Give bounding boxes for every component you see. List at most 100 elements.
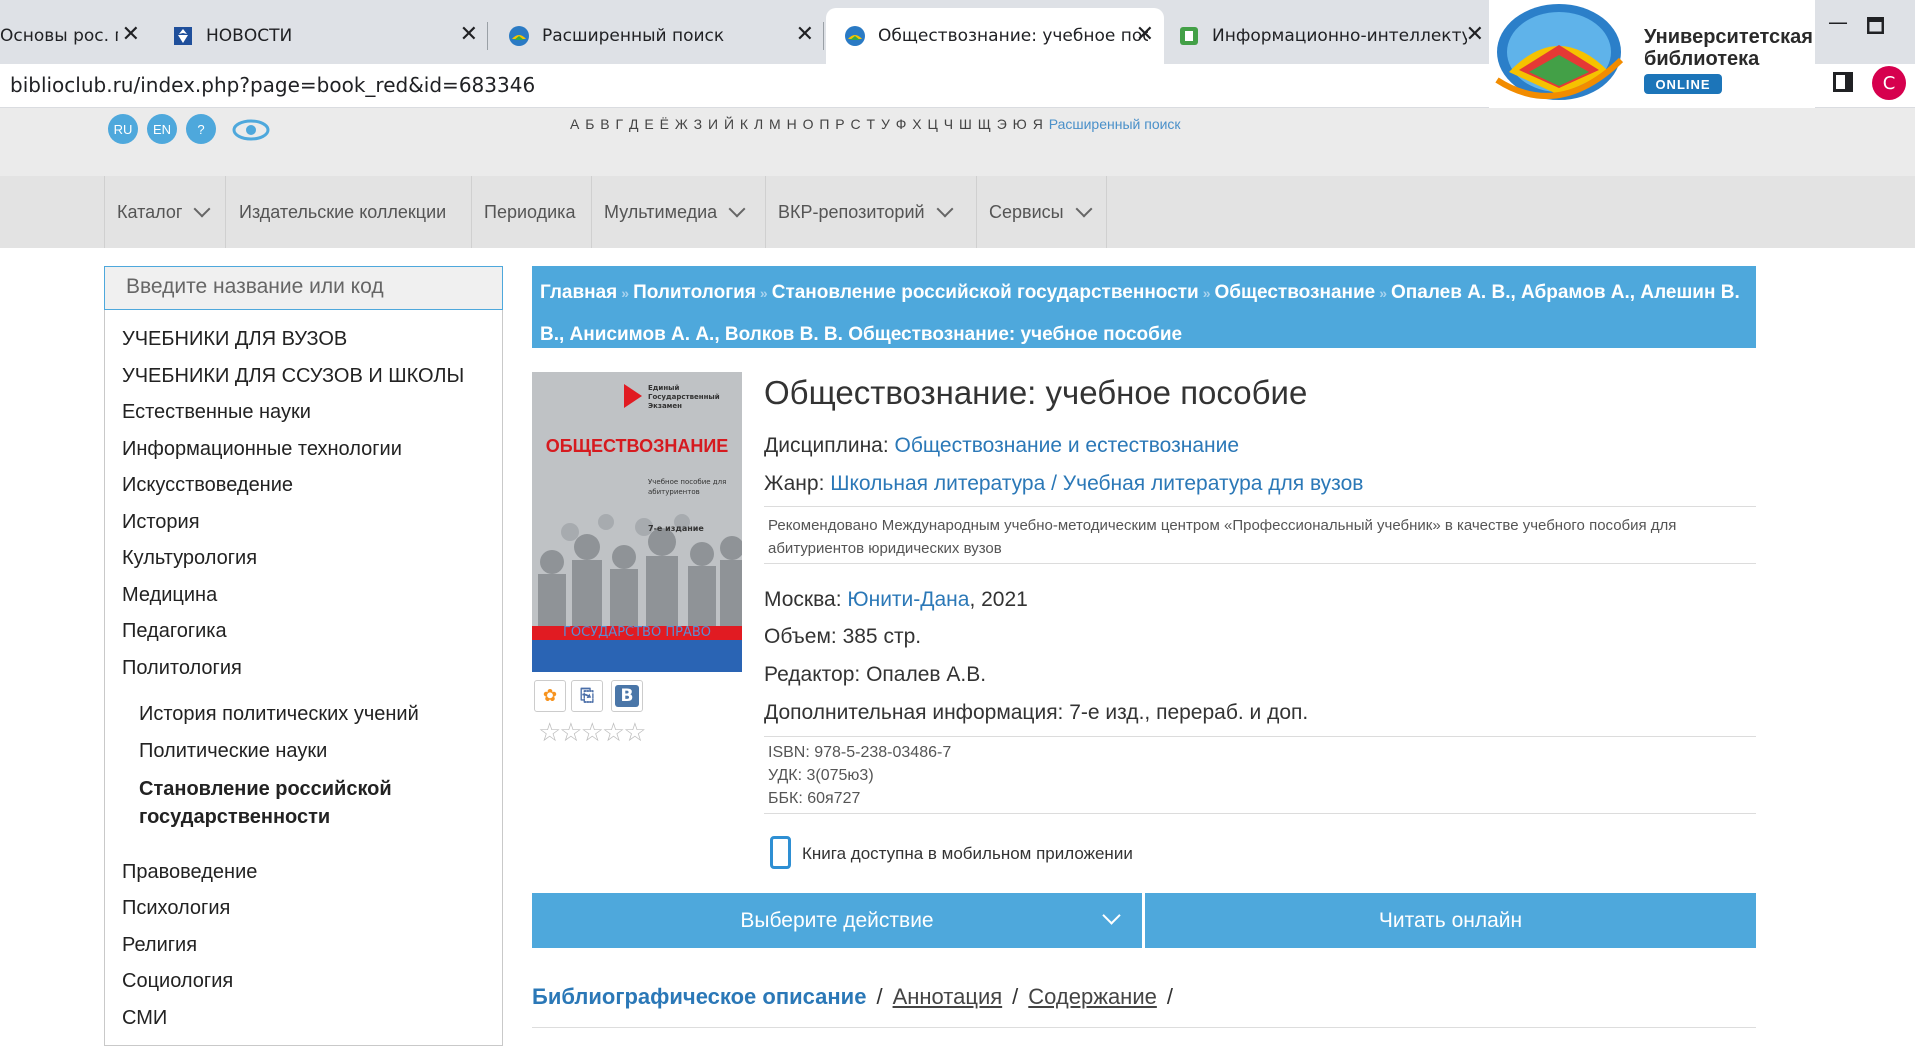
nav-label: Издательские коллекции: [239, 201, 447, 222]
chevron-down-icon: [1075, 200, 1093, 218]
browser-tab-1[interactable]: Основы рос. гос ✕: [0, 8, 150, 64]
sidebar-item-university-textbooks[interactable]: УЧЕБНИКИ ДЛЯ ВУЗОВ: [122, 328, 347, 351]
nav-multimedia[interactable]: Мультимедиа: [592, 176, 766, 248]
divider: [764, 813, 1756, 814]
nav-label: Мультимедиа: [604, 201, 718, 222]
close-icon[interactable]: ✕: [122, 24, 140, 46]
discipline-link[interactable]: Обществознание и естествознание: [895, 434, 1240, 457]
share-ok-icon[interactable]: ✿: [534, 680, 566, 712]
restore-icon[interactable]: 🗖: [1866, 12, 1885, 46]
browser-tab-3[interactable]: Расширенный поиск ✕: [488, 8, 824, 64]
eagle-icon: [174, 27, 192, 45]
cover-title-text: ОБЩЕСТВОЗНАНИЕ: [545, 436, 729, 456]
choose-action-label: Выберите действие: [740, 908, 934, 932]
tab-annotation[interactable]: Аннотация: [893, 984, 1003, 1009]
breadcrumb-separator: »: [1379, 285, 1388, 301]
close-icon[interactable]: ✕: [460, 24, 478, 46]
sidebar-subitem-political-sciences[interactable]: Политические науки: [139, 740, 327, 763]
chevron-down-icon: [1102, 906, 1121, 925]
chevron-down-icon: [728, 200, 746, 218]
breadcrumb-separator: »: [621, 285, 630, 301]
lang-ru-button[interactable]: RU: [108, 114, 138, 144]
close-icon[interactable]: ✕: [1466, 24, 1484, 46]
profile-avatar[interactable]: C: [1872, 66, 1906, 100]
book-title: Обществознание: учебное пособие: [764, 374, 1308, 411]
nav-label: Сервисы: [989, 201, 1064, 222]
book-detail-tabs: Библиографическое описание / Аннотация / Сод…: [532, 984, 1183, 1010]
sidebar-item-psychology[interactable]: Психология: [122, 897, 230, 920]
close-icon[interactable]: ✕: [1136, 24, 1154, 46]
site-logo[interactable]: Университетская библиотека ONLINE: [1489, 0, 1815, 108]
minimize-icon[interactable]: —: [1828, 10, 1848, 34]
publisher-link[interactable]: Юнити-Дана: [847, 588, 969, 611]
sidebar-item-natural-sciences[interactable]: Естественные науки: [122, 401, 311, 424]
search-input[interactable]: Введите название или код: [104, 266, 503, 310]
nav-vkr-repository[interactable]: ВКР-репозиторий: [766, 176, 977, 248]
tab-bibliographic-description[interactable]: Библиографическое описание: [532, 984, 866, 1009]
close-icon[interactable]: ✕: [796, 24, 814, 46]
sidebar-item-it[interactable]: Информационные технологии: [122, 438, 402, 461]
advanced-search-link[interactable]: Расширенный поиск: [1049, 116, 1181, 132]
tab-separator: /: [876, 984, 883, 1009]
book-cover-image[interactable]: Единый Государственный Экзамен ОБЩЕСТВОЗ…: [532, 372, 742, 672]
sidebar-subitem-russian-statehood-active[interactable]: Становление российской государственности: [139, 775, 479, 831]
tab-contents[interactable]: Содержание: [1028, 984, 1157, 1009]
genre-link-school[interactable]: Школьная литература: [830, 472, 1045, 495]
sidebar-item-religion[interactable]: Религия: [122, 934, 197, 957]
mobile-phone-icon: [770, 836, 791, 869]
lang-en-button[interactable]: EN: [147, 114, 177, 144]
url-text[interactable]: biblioclub.ru/index.php?page=book_red&id…: [10, 73, 535, 97]
share-clip-icon[interactable]: ⎘: [571, 680, 603, 712]
book-udk: УДК: 3(075ю3): [768, 767, 874, 784]
browser-tab-5[interactable]: Информационно-интеллектуал ✕: [1164, 8, 1494, 64]
alphabet-index[interactable]: А Б В Г Д Е Ё Ж З И Й К Л М Н О П Р С Т …: [570, 116, 1181, 132]
breadcrumb-home[interactable]: Главная: [540, 282, 617, 303]
sidebar-item-media[interactable]: СМИ: [122, 1007, 167, 1030]
genre-link-university[interactable]: Учебная литература для вузов: [1063, 472, 1364, 495]
nav-publisher-collections[interactable]: Издательские коллекции: [227, 176, 472, 248]
nav-services[interactable]: Сервисы: [977, 176, 1107, 248]
sidebar-item-history[interactable]: История: [122, 511, 200, 534]
nav-periodicals[interactable]: Периодика: [472, 176, 592, 248]
rating-stars[interactable]: ☆☆☆☆☆: [538, 718, 647, 748]
nav-label: Каталог: [117, 201, 183, 222]
read-online-button[interactable]: Читать онлайн: [1145, 893, 1756, 948]
tab-separator: /: [1166, 984, 1173, 1009]
book-publisher: Москва: Юнити-Дана, 2021: [764, 588, 1028, 612]
book-editor: Редактор: Опалев А.В.: [764, 663, 987, 686]
breadcrumb-statehood[interactable]: Становление российской государственности: [772, 282, 1199, 303]
sidebar-item-political-science[interactable]: Политология: [122, 657, 242, 680]
genre-label: Жанр:: [764, 472, 825, 495]
cover-header-text: Единый Государственный Экзамен: [648, 384, 720, 410]
tab-title: Основы рос. гос: [0, 26, 118, 46]
browser-tab-2[interactable]: НОВОСТИ ✕: [150, 8, 488, 64]
breadcrumb-social-studies[interactable]: Обществознание: [1215, 282, 1376, 303]
book-recommendation-note: Рекомендовано Международным учебно-метод…: [768, 517, 1677, 557]
breadcrumb-political-science[interactable]: Политология: [633, 282, 756, 303]
sidebar-item-law[interactable]: Правоведение: [122, 861, 257, 884]
sidebar-item-pedagogy[interactable]: Педагогика: [122, 620, 227, 643]
browser-tab-4-active[interactable]: Обществознание: учебное посо ✕: [826, 8, 1164, 64]
breadcrumb-separator: »: [1202, 285, 1211, 301]
share-vk-icon[interactable]: В: [611, 680, 643, 712]
sidebar-item-art[interactable]: Искусствоведение: [122, 474, 293, 497]
nav-catalog[interactable]: Каталог: [104, 176, 226, 248]
choose-action-button[interactable]: Выберите действие: [532, 893, 1142, 948]
cover-subtitle-text: Учебное пособие для абитуриентов: [648, 478, 727, 496]
divider: [532, 1027, 1756, 1028]
help-button[interactable]: ?: [186, 114, 216, 144]
sidepanel-icon[interactable]: [1833, 72, 1853, 92]
alphabet-letters[interactable]: А Б В Г Д Е Ё Ж З И Й К Л М Н О П Р С Т …: [570, 116, 1044, 132]
tab-title: Расширенный поиск: [542, 26, 725, 46]
book-discipline: Дисциплина: Обществознание и естествозна…: [764, 434, 1239, 458]
sidebar-item-medicine[interactable]: Медицина: [122, 584, 217, 607]
sidebar-item-culturology[interactable]: Культурология: [122, 547, 257, 570]
sidebar-item-sociology[interactable]: Социология: [122, 970, 233, 993]
book-genre: Жанр: Школьная литература / Учебная лите…: [764, 472, 1363, 496]
sidebar-item-school-textbooks[interactable]: УЧЕБНИКИ ДЛЯ ССУЗОВ И ШКОЛЫ: [122, 365, 464, 388]
nav-label: ВКР-репозиторий: [778, 201, 925, 222]
sidebar-subitem-political-doctrines[interactable]: История политических учений: [139, 703, 419, 726]
divider: [764, 563, 1756, 564]
accessibility-eye-icon[interactable]: [232, 117, 270, 143]
breadcrumb: Главная» Политология» Становление российск…: [532, 266, 1756, 348]
